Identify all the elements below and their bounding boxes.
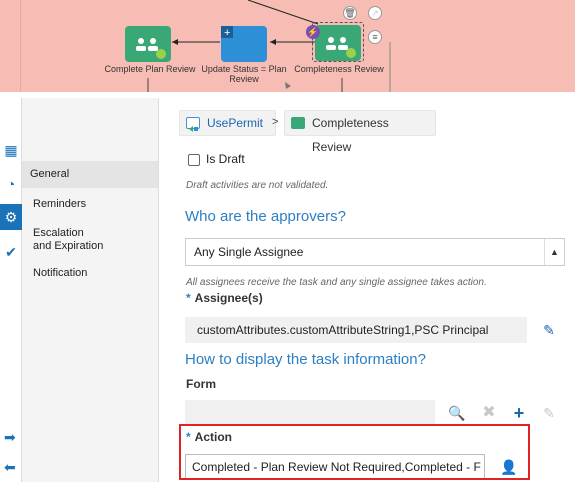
node-complete-plan-review[interactable]: [125, 26, 171, 62]
human-task-icon: [291, 117, 305, 129]
left-rail: ▦ ◔ ⚙ ✔ ➡ ⬅: [0, 98, 22, 482]
grid-icon[interactable]: ▦: [3, 142, 19, 158]
edit-assignees-icon[interactable]: ✎: [537, 318, 561, 342]
nav-item-general[interactable]: General: [22, 161, 158, 188]
node-completeness-review[interactable]: [315, 25, 361, 61]
human-task-icon: [326, 37, 356, 58]
process-canvas[interactable]: Complete Plan Review + Update Status = P…: [0, 0, 575, 92]
node-label: Update Status = Plan Review: [201, 64, 287, 84]
gear-icon[interactable]: ⚙: [0, 204, 22, 230]
service-task-icon: +: [221, 26, 233, 39]
arrow-left-icon[interactable]: ⬅: [4, 460, 20, 474]
nav-item-escalation-line2[interactable]: and Expiration: [22, 240, 158, 253]
node-update-status[interactable]: +: [221, 26, 267, 62]
assignees-label: * Assignee(s): [186, 291, 263, 305]
required-mark: *: [186, 291, 191, 305]
form-field[interactable]: [185, 400, 435, 426]
assignees-label-text: Assignee(s): [194, 291, 263, 305]
settings-nav: General Reminders Escalation and Expirat…: [22, 98, 158, 482]
add-icon[interactable]: +: [507, 401, 531, 425]
breadcrumb-separator: >: [272, 116, 279, 128]
arrow-right-icon[interactable]: ➡: [4, 430, 20, 444]
search-icon[interactable]: 🔍: [445, 401, 469, 425]
trash-icon[interactable]: 🗑: [343, 6, 357, 20]
highlight-box: [179, 424, 530, 480]
nav-item-reminders[interactable]: Reminders: [22, 198, 158, 211]
lightning-icon[interactable]: ⚡: [306, 25, 320, 39]
edit-form-icon[interactable]: ✎: [537, 401, 561, 425]
menu-icon[interactable]: ≡: [368, 30, 382, 44]
breadcrumb-current-label: Completeness Review: [312, 116, 389, 154]
breadcrumb-parent-label[interactable]: UsePermit: [207, 116, 263, 130]
node-label: Complete Plan Review: [104, 64, 196, 74]
breadcrumb-current[interactable]: Completeness Review: [284, 110, 436, 154]
select-arrow-icon: ▲: [544, 239, 564, 265]
form-label: Form: [186, 377, 216, 391]
approvers-heading: Who are the approvers?: [185, 208, 346, 225]
process-icon: [186, 117, 200, 132]
check-icon[interactable]: ✔: [3, 244, 19, 260]
nav-item-escalation[interactable]: Escalation: [22, 227, 158, 240]
human-task-icon: [136, 38, 166, 59]
is-draft-label: Is Draft: [206, 152, 245, 166]
nav-item-notification[interactable]: Notification: [22, 267, 158, 280]
svg-text:+: +: [224, 27, 230, 39]
display-heading: How to display the task information?: [185, 351, 426, 368]
node-label: Completeness Review: [294, 64, 384, 74]
assignee-hint: All assignees receive the task and any s…: [186, 277, 487, 288]
assignee-type-value: Any Single Assignee: [194, 245, 304, 259]
breadcrumb-parent[interactable]: UsePermit: [179, 110, 276, 136]
draft-hint: Draft activities are not validated.: [186, 180, 329, 191]
clear-icon[interactable]: ✖: [477, 401, 501, 425]
comment-icon[interactable]: ◔: [3, 176, 19, 192]
assignee-type-select[interactable]: Any Single Assignee ▲: [185, 238, 565, 266]
assignees-field[interactable]: customAttributes.customAttributeString1,…: [185, 317, 527, 343]
link-icon[interactable]: ↗: [368, 6, 382, 20]
is-draft-checkbox[interactable]: [188, 154, 200, 166]
